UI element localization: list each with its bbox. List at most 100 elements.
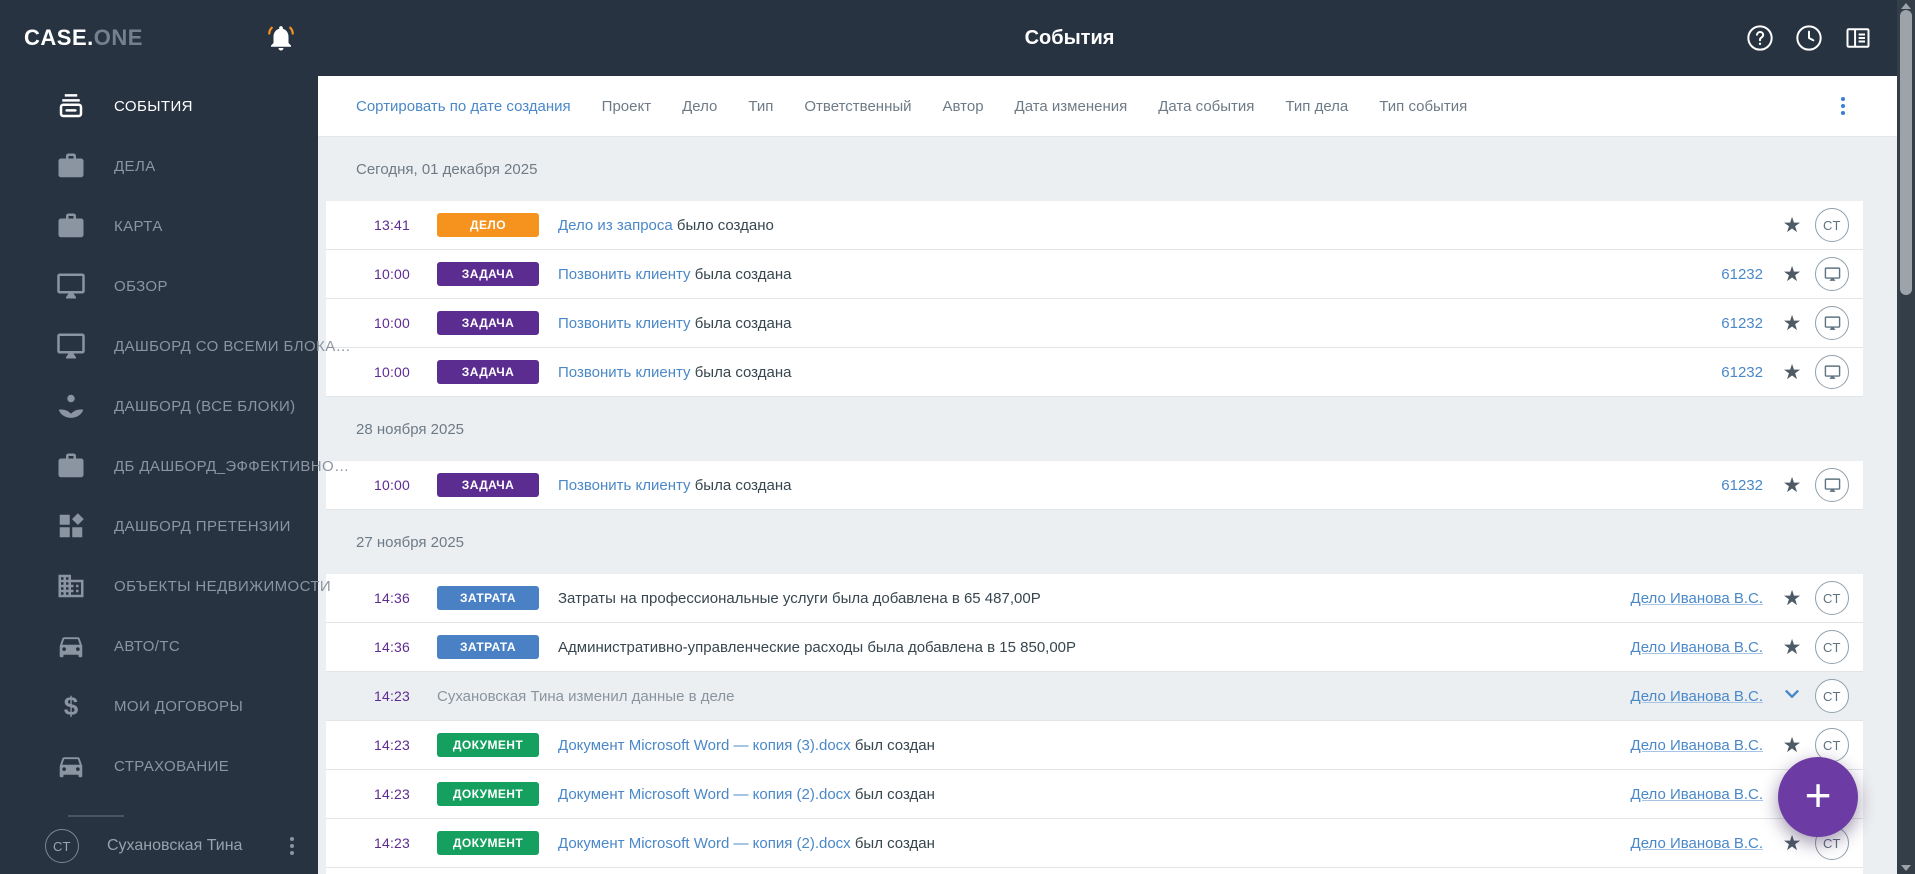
- sidebar-item-overview[interactable]: ОБЗОР: [0, 256, 318, 316]
- event-link[interactable]: Документ Microsoft Word — копия (3).docx: [558, 737, 851, 754]
- scroll-up-arrow-icon[interactable]: [1901, 3, 1911, 9]
- help-icon[interactable]: [1746, 24, 1774, 52]
- case-number-link[interactable]: 61232: [1721, 477, 1763, 494]
- filter-date-modified[interactable]: Дата изменения: [1015, 98, 1128, 115]
- dollar-icon: $: [63, 690, 79, 721]
- events-icon: [56, 90, 92, 122]
- case-number-link[interactable]: 61232: [1721, 364, 1763, 381]
- filter-sort-by-created[interactable]: Сортировать по дате создания: [356, 98, 571, 115]
- star-icon[interactable]: ★: [1779, 475, 1805, 496]
- event-time: 10:00: [374, 477, 411, 493]
- event-link[interactable]: Дело из запроса: [558, 217, 673, 234]
- spa-icon: [56, 390, 92, 422]
- sidebar-item-contracts[interactable]: $ МОИ ДОГОВОРЫ: [0, 676, 318, 736]
- event-type-badge: ЗАТРАТА: [437, 586, 539, 610]
- filter-event-type[interactable]: Тип события: [1379, 98, 1467, 115]
- event-type-badge: ДОКУМЕНТ: [437, 782, 539, 806]
- event-row[interactable]: 10:00 ЗАДАЧА Позвонить клиенту была создан…: [326, 461, 1863, 510]
- group-date-label: Сегодня, 01 декабря 2025: [356, 160, 538, 178]
- add-event-fab[interactable]: +: [1778, 757, 1858, 837]
- event-text: Позвонить клиенту была создана: [558, 265, 792, 283]
- briefcase-icon: [56, 150, 92, 182]
- case-link[interactable]: Дело Иванова В.С.: [1631, 737, 1763, 754]
- briefcase-icon: [56, 450, 92, 482]
- filter-author[interactable]: Автор: [943, 98, 984, 115]
- sidebar-item-label: ОБЪЕКТЫ НЕДВИЖИМОСТИ: [114, 577, 332, 595]
- star-icon[interactable]: ★: [1779, 735, 1805, 756]
- sidebar-item-real-estate[interactable]: ОБЪЕКТЫ НЕДВИЖИМОСТИ: [0, 556, 331, 616]
- event-link[interactable]: Позвонить клиенту: [558, 477, 691, 494]
- sidebar-item-dashboard-pretenzii[interactable]: ДАШБОРД ПРЕТЕНЗИИ: [0, 496, 318, 556]
- filter-menu-dots-icon[interactable]: [1841, 97, 1845, 115]
- event-link[interactable]: Документ Microsoft Word — копия (2).docx: [558, 835, 851, 852]
- star-icon[interactable]: ★: [1779, 313, 1805, 334]
- sidebar-item-cases[interactable]: ДЕЛА: [0, 136, 318, 196]
- event-link[interactable]: Позвонить клиенту: [558, 364, 691, 381]
- case-link[interactable]: Дело Иванова В.С.: [1631, 786, 1763, 803]
- case-link[interactable]: Дело Иванова В.С.: [1631, 639, 1763, 656]
- user-avatar: СТ: [45, 829, 79, 863]
- filter-responsible[interactable]: Ответственный: [804, 98, 911, 115]
- sidebar-item-insurance[interactable]: СТРАХОВАНИЕ: [0, 736, 318, 796]
- filter-type[interactable]: Тип: [748, 98, 773, 115]
- case-number-link[interactable]: 61232: [1721, 315, 1763, 332]
- event-row[interactable]: 10:00 ЗАДАЧА Позвонить клиенту была создан…: [326, 250, 1863, 299]
- sidebar-item-events[interactable]: СОБЫТИЯ: [0, 76, 318, 136]
- star-icon[interactable]: ★: [1779, 215, 1805, 236]
- filter-bar: Сортировать по дате создания Проект Дело Ти…: [318, 76, 1897, 137]
- event-row[interactable]: 14:36 ЗАТРАТА Административно-управленческ…: [326, 623, 1863, 672]
- star-icon[interactable]: ★: [1779, 588, 1805, 609]
- event-row[interactable]: 14:23 ДОКУМЕНТ Документ Microsoft Word — к…: [326, 770, 1863, 819]
- filter-case[interactable]: Дело: [682, 98, 717, 115]
- history-icon[interactable]: [1795, 24, 1823, 52]
- scrollbar-thumb[interactable]: [1900, 10, 1912, 295]
- event-row[interactable]: 14:23 Сухановская Тина изменил данные в д…: [326, 672, 1863, 721]
- briefcase-icon: [56, 210, 92, 242]
- sidebar-item-map[interactable]: КАРТА: [0, 196, 318, 256]
- case-link[interactable]: Дело Иванова В.С.: [1631, 835, 1763, 852]
- event-row[interactable]: 10:00 ЗАДАЧА Позвонить клиенту была создан…: [326, 348, 1863, 397]
- scroll-down-arrow-icon[interactable]: [1901, 865, 1911, 871]
- sidebar-item-dashboard-vse-bloki[interactable]: ДАШБОРД (ВСЕ БЛОКИ): [0, 376, 318, 436]
- case-number-link[interactable]: 61232: [1721, 266, 1763, 283]
- sidebar-user[interactable]: СТ Сухановская Тина: [0, 815, 318, 874]
- sidebar-item-dashboard-all-blocks[interactable]: ДАШБОРД СО ВСЕМИ БЛОКА…: [0, 316, 351, 376]
- notifications-bell-icon[interactable]: [266, 23, 296, 53]
- event-type-badge: ЗАДАЧА: [437, 262, 539, 286]
- filter-case-type[interactable]: Тип дела: [1285, 98, 1348, 115]
- event-text: Позвонить клиенту была создана: [558, 363, 792, 381]
- event-time: 10:00: [374, 266, 411, 282]
- event-row-partial: [326, 868, 1863, 874]
- event-row[interactable]: 13:41 ДЕЛО Дело из запроса было создано ★ СТ: [326, 201, 1863, 250]
- event-row[interactable]: 14:23 ДОКУМЕНТ Документ Microsoft Word — к…: [326, 819, 1863, 868]
- star-icon[interactable]: ★: [1779, 637, 1805, 658]
- event-link[interactable]: Позвонить клиенту: [558, 266, 691, 283]
- layout-columns-icon[interactable]: [1844, 24, 1872, 52]
- filter-date-event[interactable]: Дата события: [1158, 98, 1254, 115]
- sidebar-item-auto[interactable]: АВТО/ТС: [0, 616, 318, 676]
- user-menu-dots-icon[interactable]: [290, 837, 294, 855]
- event-link[interactable]: Позвонить клиенту: [558, 315, 691, 332]
- event-row[interactable]: 14:36 ЗАТРАТА Затраты на профессиональные …: [326, 574, 1863, 623]
- event-row[interactable]: 10:00 ЗАДАЧА Позвонить клиенту была создан…: [326, 299, 1863, 348]
- sidebar-item-label: ДАШБОРД (ВСЕ БЛОКИ): [114, 397, 296, 415]
- event-type-badge: ЗАТРАТА: [437, 635, 539, 659]
- case-link[interactable]: Дело Иванова В.С.: [1631, 590, 1763, 607]
- sidebar-item-label: ДАШБОРД ПРЕТЕНЗИИ: [114, 517, 291, 535]
- star-icon[interactable]: ★: [1779, 264, 1805, 285]
- filter-project[interactable]: Проект: [602, 98, 651, 115]
- page-scrollbar[interactable]: [1897, 0, 1915, 874]
- sidebar-item-label: АВТО/ТС: [114, 637, 181, 655]
- star-icon[interactable]: ★: [1779, 833, 1805, 854]
- sidebar-item-label: СТРАХОВАНИЕ: [114, 757, 230, 775]
- event-link[interactable]: Документ Microsoft Word — копия (2).docx: [558, 786, 851, 803]
- header-main: События: [318, 0, 1915, 76]
- events-list: Сегодня, 01 декабря 2025 13:41 ДЕЛО Дело из…: [326, 137, 1863, 874]
- event-row[interactable]: 14:23 ДОКУМЕНТ Документ Microsoft Word — к…: [326, 721, 1863, 770]
- star-icon[interactable]: ★: [1779, 362, 1805, 383]
- sidebar-item-db-dashboard-effect[interactable]: ДБ ДАШБОРД_ЭФФЕКТИВНО…: [0, 436, 349, 496]
- event-time: 10:00: [374, 364, 411, 380]
- avatar-initials: СТ: [1815, 581, 1849, 615]
- chevron-down-icon[interactable]: [1779, 683, 1805, 710]
- case-link[interactable]: Дело Иванова В.С.: [1631, 688, 1763, 705]
